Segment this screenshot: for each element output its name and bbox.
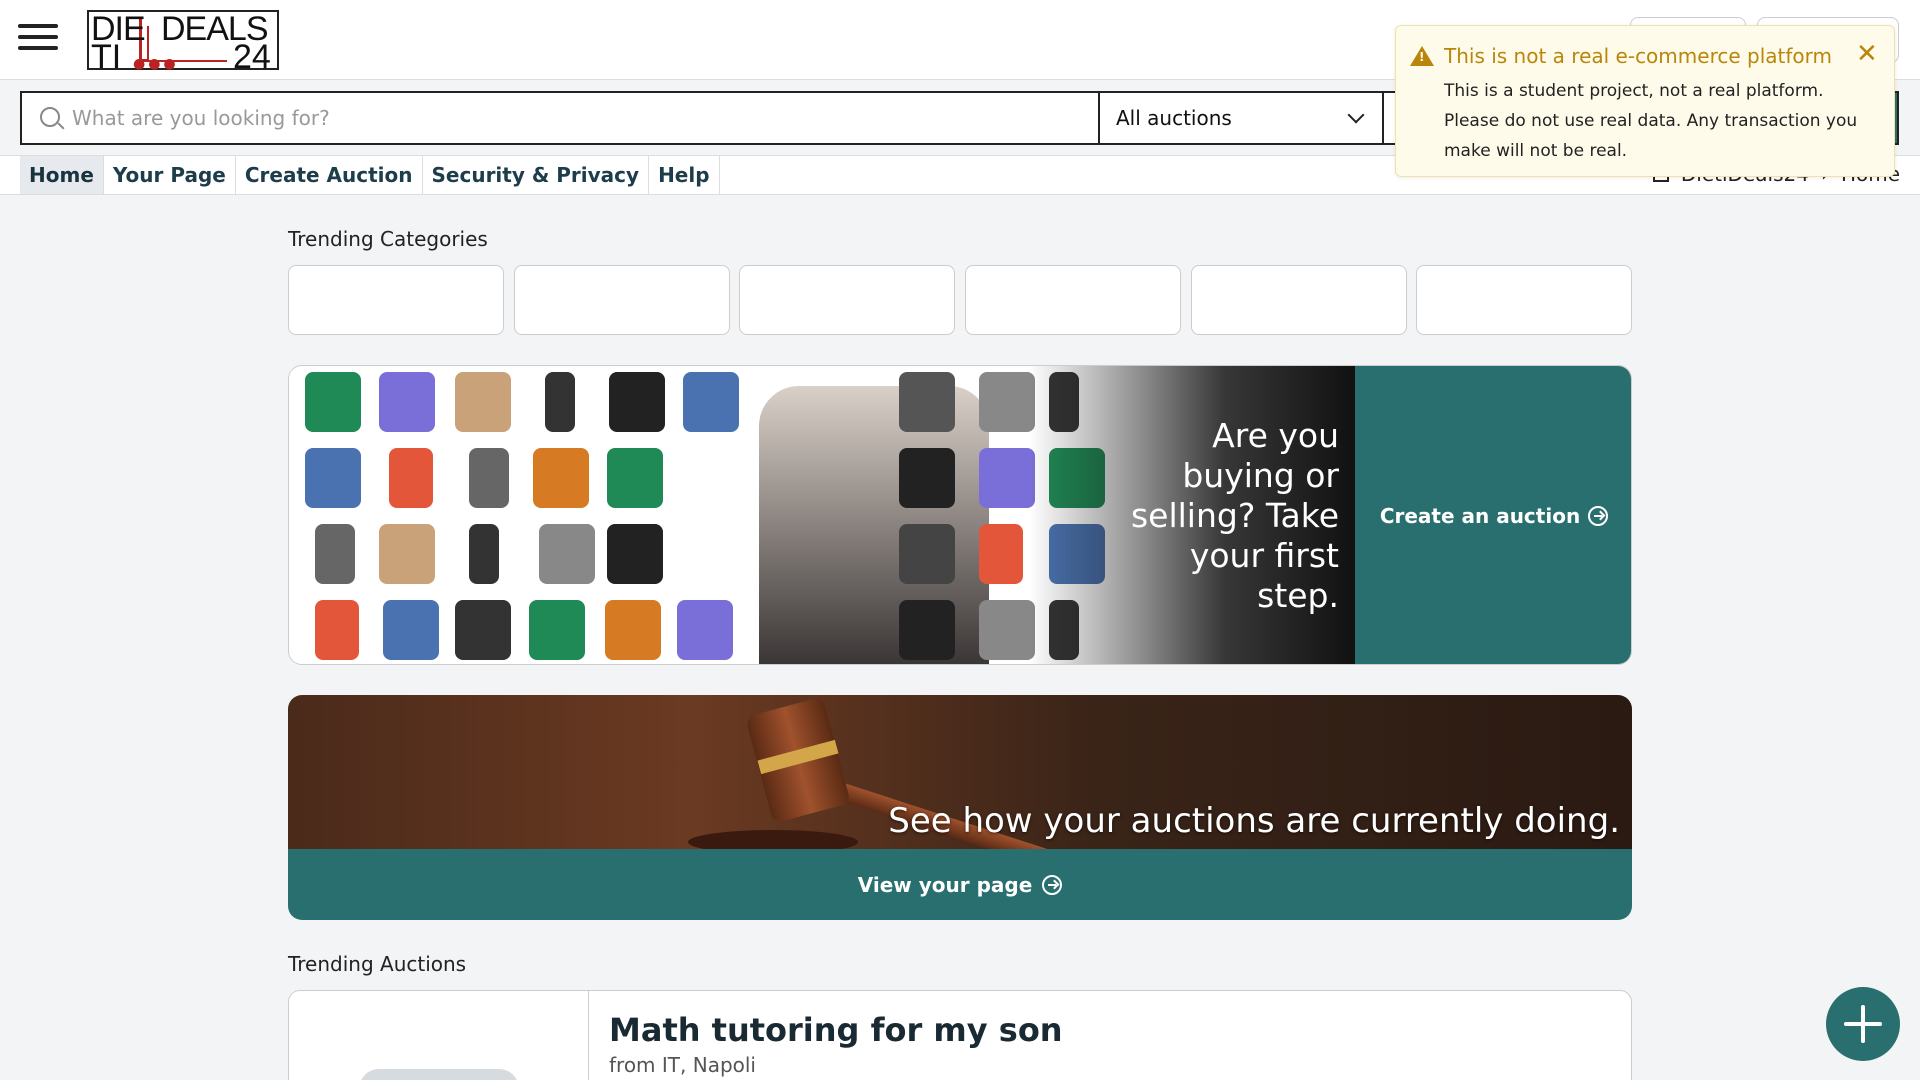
- category-card[interactable]: [739, 265, 955, 335]
- tablet-icon: [389, 448, 433, 508]
- trending-auctions-title: Trending Auctions: [288, 952, 467, 976]
- hero-text: Are you buying or selling? Take your fir…: [1130, 416, 1339, 615]
- phone-icon: [545, 372, 575, 432]
- shirt-icon: [607, 448, 663, 508]
- phone-icon: [469, 524, 499, 584]
- toast-title: This is not a real e-commerce platform: [1444, 44, 1832, 68]
- warning-toast: This is not a real e-commerce platform ✕…: [1395, 25, 1895, 177]
- headphones-icon: [607, 524, 663, 584]
- sweater-icon: [455, 372, 511, 432]
- auction-location: from IT, Napoli: [609, 1053, 756, 1077]
- camera-icon: [899, 524, 955, 584]
- view-your-page-label: View your page: [857, 872, 1033, 897]
- logo-text: 24: [233, 38, 271, 76]
- jeans-icon: [383, 600, 439, 660]
- category-card[interactable]: [965, 265, 1181, 335]
- motorbike-icon: [899, 600, 955, 660]
- camera-icon: [899, 372, 955, 432]
- jeans-icon: [683, 372, 739, 432]
- auction-type-select[interactable]: All auctions: [1098, 93, 1382, 143]
- tab-create-auction[interactable]: Create Auction: [236, 156, 423, 194]
- tab-home[interactable]: Home: [20, 156, 104, 194]
- category-card[interactable]: [514, 265, 730, 335]
- watch-icon: [979, 600, 1035, 660]
- sweater-icon: [379, 524, 435, 584]
- car-icon: [315, 524, 355, 584]
- auction-type-value: All auctions: [1116, 106, 1232, 130]
- create-auction-button[interactable]: Create an auction: [1355, 366, 1631, 664]
- laptop-icon: [677, 600, 733, 660]
- laptop-icon: [379, 372, 435, 432]
- logo-dots: ●●●: [133, 56, 179, 72]
- hero-banner: Are you buying or selling? Take your fir…: [288, 365, 1632, 665]
- thumbnail-placeholder: [359, 1069, 519, 1080]
- category-card[interactable]: [288, 265, 504, 335]
- arrow-right-circle-icon: [1588, 506, 1609, 526]
- category-card[interactable]: [1416, 265, 1632, 335]
- auction-title[interactable]: Math tutoring for my son: [609, 1011, 1063, 1049]
- view-your-page-button[interactable]: View your page: [288, 849, 1632, 920]
- search-icon: [40, 107, 60, 127]
- add-auction-fab-plus-icon[interactable]: [1826, 987, 1900, 1061]
- camera-icon: [455, 600, 511, 660]
- auction-card[interactable]: Math tutoring for my son from IT, Napoli: [288, 990, 1632, 1080]
- watch-icon: [979, 372, 1035, 432]
- armchair-icon: [533, 448, 589, 508]
- watch-icon: [539, 524, 595, 584]
- laptop-icon: [979, 448, 1035, 508]
- auction-status-banner: See how your auctions are currently doin…: [288, 695, 1632, 920]
- search-input[interactable]: [72, 93, 1072, 143]
- close-icon[interactable]: ✕: [1856, 41, 1878, 67]
- nav-tabs: Home Your Page Create Auction Security &…: [20, 156, 720, 194]
- auction-status-text: See how your auctions are currently doin…: [888, 801, 1620, 841]
- warning-icon: [1410, 46, 1434, 66]
- shirt-icon: [529, 600, 585, 660]
- shirt-icon: [305, 372, 361, 432]
- trending-categories-title: Trending Categories: [288, 227, 488, 251]
- category-card[interactable]: [1191, 265, 1407, 335]
- chevron-down-icon: [1347, 106, 1365, 124]
- tab-help[interactable]: Help: [649, 156, 720, 194]
- motorbike-icon: [609, 372, 665, 432]
- logo-text: TI: [91, 38, 122, 76]
- armchair-icon: [605, 600, 661, 660]
- car-icon: [469, 448, 509, 508]
- hamburger-menu-icon[interactable]: [18, 24, 58, 54]
- create-auction-label: Create an auction: [1379, 504, 1581, 528]
- tab-security-privacy[interactable]: Security & Privacy: [423, 156, 650, 194]
- tablet-icon: [315, 600, 359, 660]
- tablet-icon: [979, 524, 1023, 584]
- toast-body: This is a student project, not a real pl…: [1444, 81, 1858, 161]
- jeans-icon: [305, 448, 361, 508]
- arrow-right-circle-icon: [1042, 874, 1063, 895]
- auction-thumbnail: [289, 991, 589, 1080]
- headphones-icon: [899, 448, 955, 508]
- tab-your-page[interactable]: Your Page: [104, 156, 236, 194]
- site-logo[interactable]: DIE DEALS TI ●●● 24: [87, 10, 279, 76]
